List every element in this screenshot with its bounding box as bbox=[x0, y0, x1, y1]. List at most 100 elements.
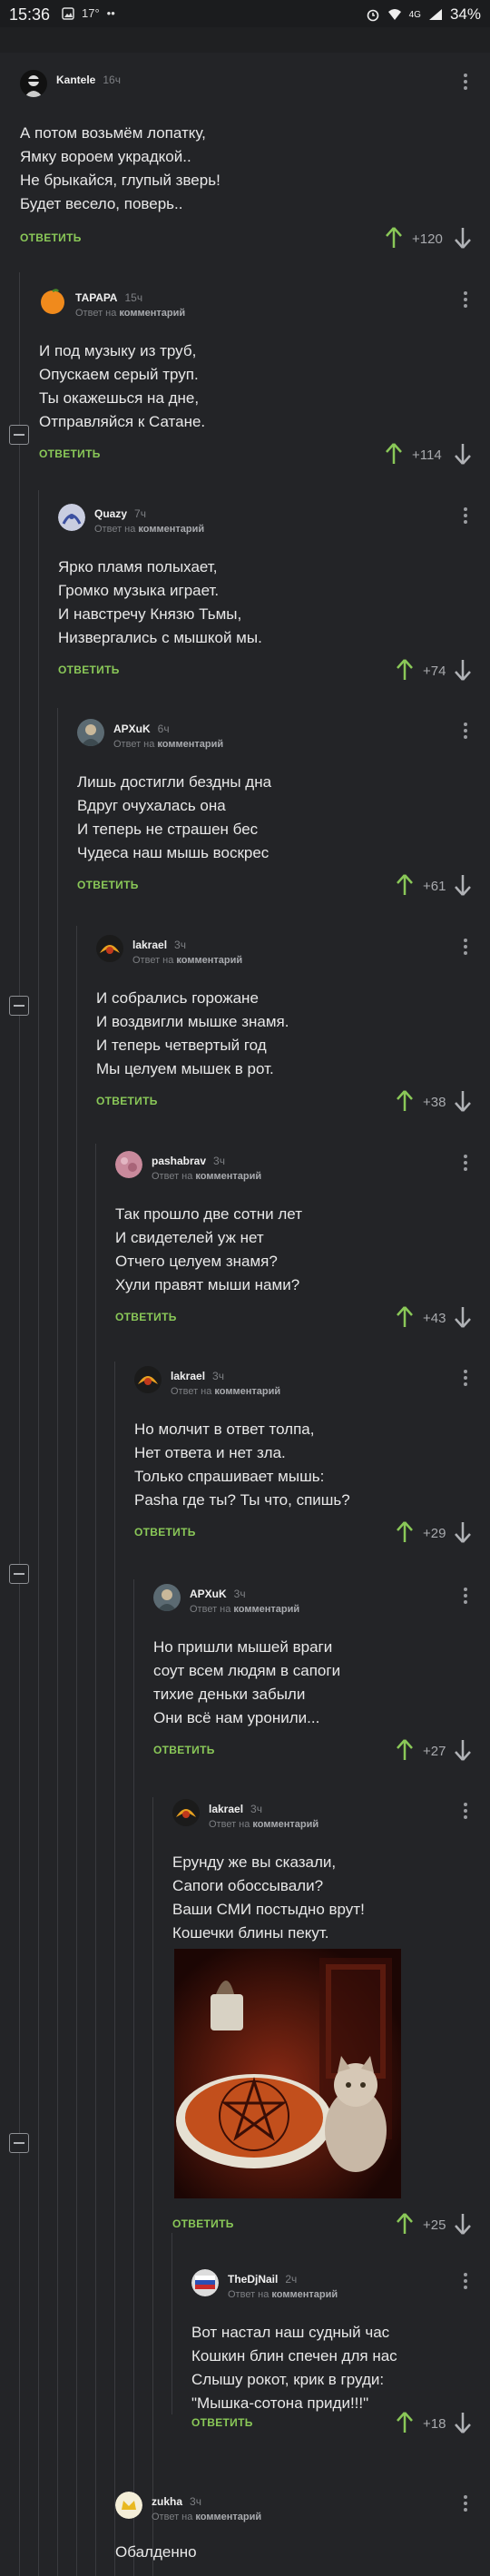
user-avatar[interactable] bbox=[77, 719, 104, 746]
collapse-thread-button[interactable] bbox=[9, 996, 29, 1016]
reply-button[interactable]: ОТВЕТИТЬ bbox=[115, 1311, 177, 1323]
collapse-thread-button[interactable] bbox=[9, 1564, 29, 1584]
reply-to-link[interactable]: комментарий bbox=[195, 1171, 261, 1182]
more-options-icon[interactable] bbox=[459, 1153, 472, 1175]
downvote-arrow-icon[interactable] bbox=[452, 1305, 474, 1329]
reply-to-link[interactable]: комментарий bbox=[214, 1386, 280, 1397]
comment-time: 3ч bbox=[212, 1370, 224, 1382]
reply-button[interactable]: ОТВЕТИТЬ bbox=[191, 2416, 253, 2429]
user-avatar[interactable] bbox=[58, 504, 85, 531]
more-options-icon[interactable] bbox=[459, 1368, 472, 1390]
user-avatar[interactable] bbox=[39, 288, 66, 315]
username-link[interactable]: lakrael 3ч bbox=[132, 939, 186, 951]
comment: lakrael 3ч Ответ на комментарий И собрали… bbox=[96, 935, 479, 1126]
reply-to-link[interactable]: комментарий bbox=[271, 2289, 338, 2300]
upvote-arrow-icon[interactable] bbox=[394, 1738, 416, 1762]
user-avatar[interactable] bbox=[20, 70, 47, 97]
upvote-arrow-icon[interactable] bbox=[394, 1520, 416, 1544]
username-link[interactable]: Kantele 16ч bbox=[56, 74, 121, 86]
downvote-arrow-icon[interactable] bbox=[452, 1738, 474, 1762]
reply-to-label: Ответ на комментарий bbox=[132, 955, 243, 966]
comment-time: 3ч bbox=[190, 2495, 201, 2508]
downvote-arrow-icon[interactable] bbox=[452, 226, 474, 250]
username-link[interactable]: lakrael 3ч bbox=[171, 1370, 224, 1382]
username-link[interactable]: pashabrav 3ч bbox=[152, 1155, 225, 1167]
username-link[interactable]: APXuK 3ч bbox=[190, 1588, 246, 1600]
collapse-thread-button[interactable] bbox=[9, 2133, 29, 2153]
reply-button[interactable]: ОТВЕТИТЬ bbox=[58, 664, 120, 676]
reply-button[interactable]: ОТВЕТИТЬ bbox=[153, 1744, 215, 1756]
user-avatar[interactable] bbox=[172, 1799, 200, 1826]
username-link[interactable]: Quazy 7ч bbox=[94, 507, 146, 520]
downvote-arrow-icon[interactable] bbox=[452, 2411, 474, 2434]
more-options-icon[interactable] bbox=[459, 1801, 472, 1823]
downvote-arrow-icon[interactable] bbox=[452, 658, 474, 682]
upvote-arrow-icon[interactable] bbox=[394, 2212, 416, 2236]
user-avatar[interactable] bbox=[96, 935, 123, 962]
more-options-icon[interactable] bbox=[459, 937, 472, 959]
thread-line bbox=[38, 490, 39, 2576]
upvote-arrow-icon[interactable] bbox=[394, 658, 416, 682]
more-options-icon[interactable] bbox=[459, 506, 472, 527]
downvote-arrow-icon[interactable] bbox=[452, 873, 474, 897]
user-avatar[interactable] bbox=[115, 2492, 142, 2519]
reply-button[interactable]: ОТВЕТИТЬ bbox=[77, 879, 139, 891]
collapse-thread-button[interactable] bbox=[9, 425, 29, 445]
reply-button[interactable]: ОТВЕТИТЬ bbox=[172, 2217, 234, 2230]
reply-to-link[interactable]: комментарий bbox=[252, 1819, 318, 1830]
more-options-icon[interactable] bbox=[459, 721, 472, 742]
reply-to-link[interactable]: комментарий bbox=[119, 308, 185, 319]
reply-button[interactable]: ОТВЕТИТЬ bbox=[39, 447, 101, 460]
reply-to-link[interactable]: комментарий bbox=[157, 739, 223, 750]
reply-button[interactable]: ОТВЕТИТЬ bbox=[96, 1095, 158, 1107]
username-link[interactable]: lakrael 3ч bbox=[209, 1803, 262, 1815]
comment-time: 3ч bbox=[250, 1803, 262, 1815]
comment-rating: +18 bbox=[423, 2416, 446, 2432]
user-avatar[interactable] bbox=[115, 1151, 142, 1178]
comment-text: Ерунду же вы сказали, Сапоги обоссывали?… bbox=[172, 1853, 365, 1942]
username-link[interactable]: ТАРАРА 15ч bbox=[75, 291, 142, 304]
reply-to-label: Ответ на комментарий bbox=[190, 1604, 300, 1615]
upvote-arrow-icon[interactable] bbox=[383, 442, 405, 466]
comment-text: И под музыку из труб, Опускаем серый тру… bbox=[39, 342, 206, 430]
upvote-arrow-icon[interactable] bbox=[394, 1305, 416, 1329]
user-avatar[interactable] bbox=[153, 1584, 181, 1611]
more-options-icon[interactable] bbox=[459, 1586, 472, 1608]
reply-to-link[interactable]: комментарий bbox=[233, 1604, 299, 1615]
status-time: 15:36 bbox=[9, 5, 51, 24]
comment-rating: +43 bbox=[423, 1311, 446, 1326]
more-options-icon[interactable] bbox=[459, 2271, 472, 2293]
downvote-arrow-icon[interactable] bbox=[452, 1520, 474, 1544]
upvote-arrow-icon[interactable] bbox=[394, 873, 416, 897]
downvote-arrow-icon[interactable] bbox=[452, 2212, 474, 2236]
reply-button[interactable]: ОТВЕТИТЬ bbox=[20, 231, 82, 244]
comment-time: 3ч bbox=[233, 1588, 246, 1600]
alarm-icon bbox=[367, 9, 378, 22]
comment: TheDjNail 2ч Ответ на комментарий Вот нас… bbox=[191, 2269, 479, 2460]
username-link[interactable]: APXuK 6ч bbox=[113, 723, 170, 735]
upvote-arrow-icon[interactable] bbox=[394, 2411, 416, 2434]
user-avatar[interactable] bbox=[134, 1366, 162, 1393]
reply-button[interactable]: ОТВЕТИТЬ bbox=[134, 1526, 196, 1539]
comment-text: Обалденно bbox=[115, 2543, 197, 2561]
upvote-arrow-icon[interactable] bbox=[394, 1089, 416, 1113]
comment: Kantele 16ч А потом возьмём лопатку, Ямку… bbox=[20, 70, 479, 261]
comment: lakrael 3ч Ответ на комментарий Но молчит… bbox=[134, 1366, 479, 1557]
comment-text: Ярко пламя полыхает, Громко музыка играе… bbox=[58, 558, 262, 646]
more-options-icon[interactable] bbox=[459, 2493, 472, 2515]
downvote-arrow-icon[interactable] bbox=[452, 442, 474, 466]
thread-line bbox=[76, 926, 77, 2576]
downvote-arrow-icon[interactable] bbox=[452, 1089, 474, 1113]
more-options-icon[interactable] bbox=[459, 72, 472, 93]
comment-image[interactable] bbox=[174, 1949, 401, 2198]
user-avatar[interactable] bbox=[191, 2269, 219, 2296]
username-link[interactable]: TheDjNail 2ч bbox=[228, 2273, 297, 2286]
upvote-arrow-icon[interactable] bbox=[383, 226, 405, 250]
reply-to-link[interactable]: комментарий bbox=[138, 524, 204, 535]
reply-to-link[interactable]: комментарий bbox=[176, 955, 242, 966]
reply-to-label: Ответ на комментарий bbox=[75, 308, 186, 319]
username-link[interactable]: zukha 3ч bbox=[152, 2495, 201, 2508]
more-options-icon[interactable] bbox=[459, 290, 472, 311]
comment-time: 7ч bbox=[134, 507, 146, 520]
reply-to-link[interactable]: комментарий bbox=[195, 2512, 261, 2522]
